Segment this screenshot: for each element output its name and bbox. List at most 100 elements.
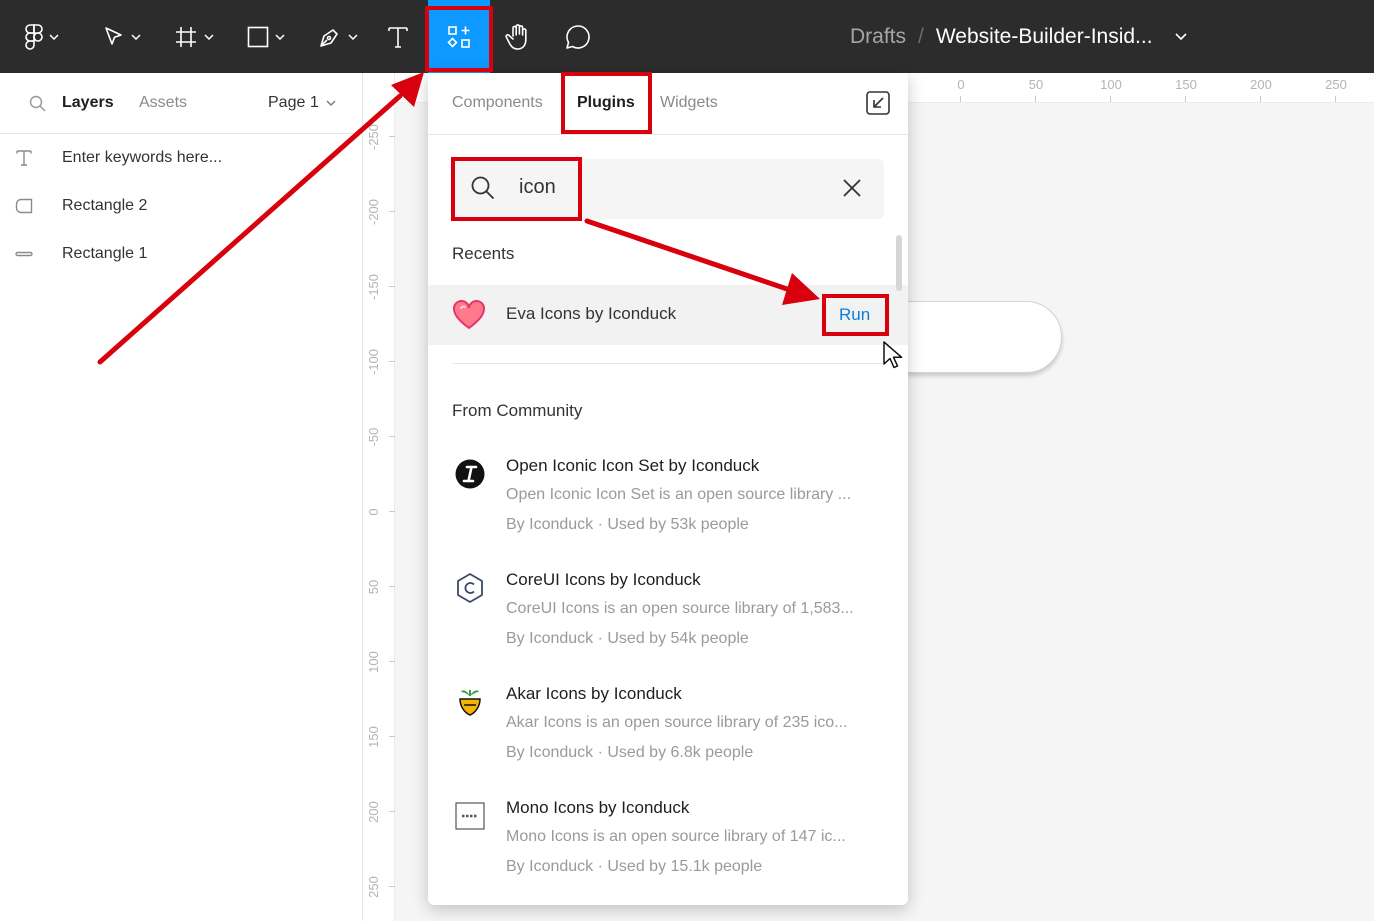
ruler-tick: 250 (363, 867, 395, 907)
ruler-tick: 150 (363, 717, 395, 757)
chevron-down-icon (326, 100, 336, 106)
ruler-tick: -100 (363, 342, 395, 382)
search-icon (471, 176, 495, 200)
rectangle-layer-icon (15, 198, 33, 214)
figma-window: Drafts / Website-Builder-Insid... Layers… (0, 0, 1374, 921)
ruler-tick: 50 (1016, 77, 1056, 102)
ruler-tick: 100 (363, 642, 395, 682)
resources-dropdown-panel: Components Plugins Widgets icon Recents … (428, 73, 908, 905)
line-layer-icon (15, 251, 33, 257)
pen-tool-button[interactable] (308, 0, 368, 73)
recent-plugin-row[interactable]: Eva Icons by Iconduck Run (428, 285, 908, 345)
layer-row[interactable]: Enter keywords here... (0, 134, 362, 182)
tab-widgets[interactable]: Widgets (660, 94, 718, 112)
comment-bubble-icon (566, 24, 590, 49)
ruler-tick: -150 (363, 267, 395, 307)
tab-assets[interactable]: Assets (139, 94, 187, 112)
resources-tabs: Components Plugins Widgets (428, 73, 908, 135)
figma-logo-icon (25, 23, 43, 50)
vertical-ruler: -250 -200 -150 -100 -50 0 50 100 150 200… (363, 73, 395, 921)
layer-name: Rectangle 1 (62, 245, 148, 262)
panel-scrollbar[interactable] (896, 235, 902, 291)
file-name[interactable]: Website-Builder-Insid... (936, 25, 1153, 49)
ruler-tick: 150 (1166, 77, 1206, 102)
plugin-name: Open Iconic Icon Set by Iconduck (506, 456, 760, 475)
plugin-search-field[interactable]: icon (452, 159, 884, 219)
shape-tool-button[interactable] (236, 0, 296, 73)
close-icon[interactable] (841, 177, 863, 199)
recents-heading: Recents (452, 244, 515, 263)
frame-tool-button[interactable] (164, 0, 224, 73)
search-icon[interactable] (29, 95, 46, 112)
plugin-meta: By Iconduck · Used by 53k people (506, 516, 749, 533)
tab-plugins[interactable]: Plugins (577, 94, 635, 112)
plugin-list-item[interactable]: Akar Icons by Iconduck Akar Icons is an … (428, 684, 908, 784)
pen-icon (320, 28, 338, 47)
text-tool-button[interactable] (378, 0, 418, 73)
divider (452, 363, 884, 364)
chevron-down-icon (204, 33, 214, 40)
ruler-tick: -50 (363, 417, 395, 457)
tab-layers[interactable]: Layers (62, 94, 114, 112)
layer-row[interactable]: Rectangle 1 (0, 230, 362, 278)
plugin-meta: By Iconduck · Used by 15.1k people (506, 858, 763, 875)
breadcrumb: Drafts / Website-Builder-Insid... (850, 0, 1187, 73)
main-menu-button[interactable] (14, 0, 70, 73)
plugin-list-item[interactable]: Mono Icons by Iconduck Mono Icons is an … (428, 798, 908, 898)
chevron-down-icon (131, 33, 141, 40)
ruler-tick: 250 (1316, 77, 1356, 102)
plugin-list-item[interactable]: CoreUI Icons by Iconduck CoreUI Icons is… (428, 570, 908, 670)
sidebar-header: Layers Assets Page 1 (0, 73, 362, 134)
cursor-arrow-icon (105, 26, 122, 45)
plugin-list-item[interactable]: Open Iconic Icon Set by Iconduck Open Ic… (428, 456, 908, 556)
chevron-down-icon (49, 33, 59, 40)
community-heading: From Community (452, 401, 583, 420)
ruler-tick: -250 (363, 117, 395, 157)
ruler-tick: 50 (363, 567, 395, 607)
text-t-icon (388, 26, 408, 48)
plugin-meta: By Iconduck · Used by 6.8k people (506, 744, 754, 761)
ruler-tick: 200 (1241, 77, 1281, 102)
left-sidebar: Layers Assets Page 1 Enter keywords here… (0, 73, 363, 921)
frame-hash-icon (176, 26, 196, 47)
ruler-tick: 0 (941, 77, 981, 102)
mono-logo-icon (455, 802, 485, 830)
collapse-panel-icon[interactable] (865, 90, 891, 116)
heart-icon (453, 300, 485, 330)
plugin-description: CoreUI Icons is an open source library o… (506, 600, 854, 617)
coreui-logo-icon (457, 572, 483, 604)
layer-name: Rectangle 2 (62, 197, 148, 214)
plugin-name: Akar Icons by Iconduck (506, 684, 682, 703)
open-iconic-logo-icon (455, 459, 485, 489)
akar-logo-icon (459, 690, 481, 716)
plugin-name: CoreUI Icons by Iconduck (506, 570, 701, 589)
tab-components[interactable]: Components (452, 94, 543, 112)
chevron-down-icon[interactable] (1174, 33, 1187, 40)
ruler-tick: 0 (363, 492, 395, 532)
search-input[interactable]: icon (519, 176, 556, 199)
plugin-description: Akar Icons is an open source library of … (506, 714, 848, 731)
layer-name: Enter keywords here... (62, 149, 223, 166)
resources-icon (447, 25, 470, 48)
ruler-tick: 200 (363, 792, 395, 832)
plugin-description: Mono Icons is an open source library of … (506, 828, 846, 845)
toolbar: Drafts / Website-Builder-Insid... (0, 0, 1374, 73)
recent-plugin-name: Eva Icons by Iconduck (506, 304, 677, 323)
page-selector[interactable]: Page 1 (268, 94, 336, 112)
ruler-tick: 100 (1091, 77, 1131, 102)
layer-row[interactable]: Rectangle 2 (0, 182, 362, 230)
move-tool-button[interactable] (92, 0, 152, 73)
page-selector-label: Page 1 (268, 94, 319, 111)
breadcrumb-folder-link[interactable]: Drafts (850, 25, 906, 49)
ruler-tick: -200 (363, 192, 395, 232)
hand-tool-button[interactable] (496, 0, 540, 73)
hand-icon (505, 23, 527, 50)
plugin-description: Open Iconic Icon Set is an open source l… (506, 486, 852, 503)
plugin-meta: By Iconduck · Used by 54k people (506, 630, 749, 647)
comment-tool-button[interactable] (556, 0, 600, 73)
resources-tool-button[interactable] (428, 0, 490, 73)
plugin-name: Mono Icons by Iconduck (506, 798, 690, 817)
rectangle-icon (247, 26, 269, 47)
run-plugin-button[interactable]: Run (839, 305, 870, 325)
breadcrumb-separator: / (918, 24, 924, 48)
